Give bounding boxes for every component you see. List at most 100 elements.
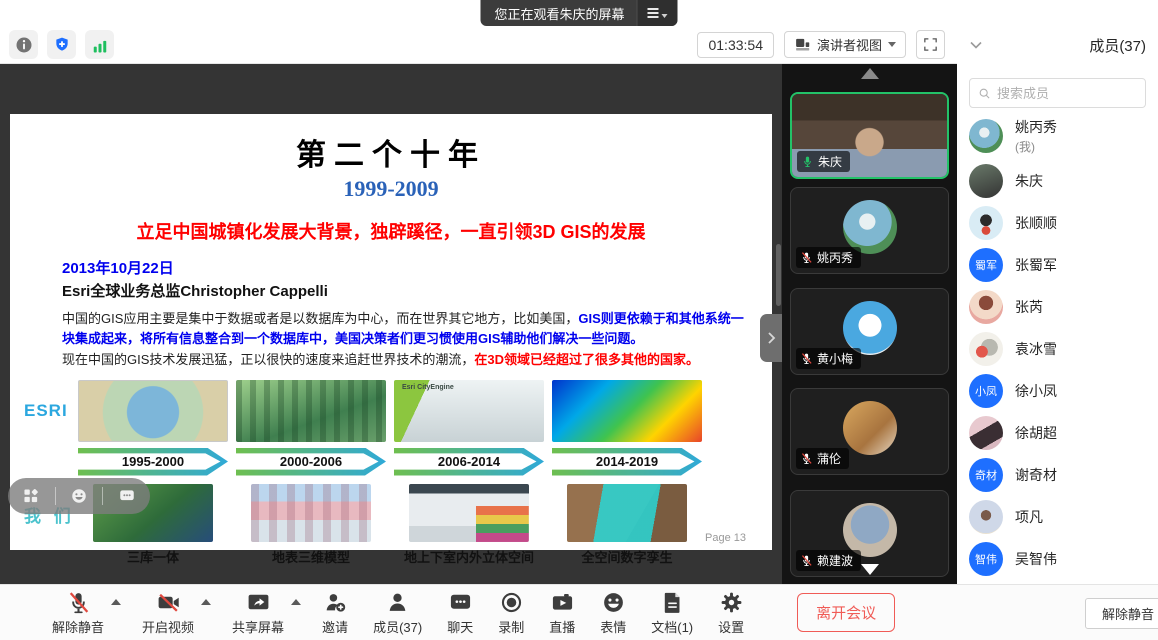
share-options-caret[interactable]	[291, 599, 301, 605]
screen-watch-pill: 您正在观看朱庆的屏幕	[480, 0, 677, 26]
member-row[interactable]: 徐胡超	[957, 412, 1158, 454]
avatar	[969, 416, 1003, 450]
member-panel-footer: 解除静音	[957, 584, 1158, 640]
view-mode-dropdown[interactable]: 演讲者视图	[784, 31, 906, 58]
member-row[interactable]: 蜀军 张蜀军	[957, 244, 1158, 286]
invite-person-icon	[323, 590, 348, 615]
member-search-input[interactable]	[997, 86, 1127, 101]
member-row[interactable]: 朱庆	[957, 160, 1158, 202]
chevron-down-icon	[888, 42, 896, 47]
layout-grid-icon[interactable]	[22, 487, 40, 505]
mic-muted-icon	[800, 251, 813, 264]
live-stream-button[interactable]: 直播	[549, 590, 575, 636]
slide-headline: 立足中国城镇化发展大背景，独辟蹊径，一直引领3D GIS的发展	[10, 218, 772, 244]
camera-off-icon	[156, 590, 181, 615]
work-image-3	[409, 484, 529, 542]
floating-share-toolbar	[8, 478, 150, 514]
mute-toggle-button[interactable]: 解除静音	[52, 590, 104, 636]
smiley-icon[interactable]	[70, 487, 88, 505]
settings-button[interactable]: 设置	[718, 590, 744, 636]
timeline-arrow: 2014-2019	[552, 448, 702, 476]
avatar	[843, 401, 897, 455]
divider	[55, 487, 56, 505]
leave-meeting-button[interactable]: 离开会议	[797, 593, 895, 632]
work-image-4	[567, 484, 687, 542]
screen-watch-text: 您正在观看朱庆的屏幕	[480, 4, 636, 23]
member-row[interactable]: 奇材 谢奇材	[957, 454, 1158, 496]
participant-name: 黄小梅	[817, 350, 853, 367]
record-button[interactable]: 录制	[498, 590, 524, 636]
share-screen-icon	[246, 590, 271, 615]
live-tv-icon	[550, 590, 575, 615]
network-quality-button[interactable]	[85, 30, 114, 59]
avatar: 蜀军	[969, 248, 1003, 282]
share-screen-button[interactable]: 共享屏幕	[232, 590, 284, 636]
video-tile-pulun[interactable]: 蒲伦	[790, 388, 949, 475]
meeting-timer: 01:33:54	[697, 32, 774, 58]
participant-name: 朱庆	[818, 153, 842, 170]
speaker-view-icon	[794, 36, 811, 53]
avatar	[969, 206, 1003, 240]
avatar: 奇材	[969, 458, 1003, 492]
reactions-button[interactable]: 表情	[600, 590, 626, 636]
member-row[interactable]: 姚丙秀 (我)	[957, 112, 1158, 160]
member-row[interactable]: 智伟 吴智伟	[957, 538, 1158, 580]
avatar	[843, 301, 897, 355]
mic-options-caret[interactable]	[111, 599, 121, 605]
timeline-image-1	[78, 380, 228, 442]
avatar	[969, 119, 1003, 153]
scroll-up-arrow[interactable]	[861, 68, 879, 79]
video-tile-zhuqing[interactable]: 朱庆	[790, 92, 949, 179]
member-row[interactable]: 张芮	[957, 286, 1158, 328]
meeting-window: 您正在观看朱庆的屏幕 01:33:54	[0, 0, 1158, 640]
timeline-image-3: Esri CityEngine	[394, 380, 544, 442]
member-row[interactable]: 张顺顺	[957, 202, 1158, 244]
fullscreen-button[interactable]	[916, 30, 945, 59]
video-toggle-button[interactable]: 开启视频	[142, 590, 194, 636]
divider	[102, 487, 103, 505]
invite-button[interactable]: 邀请	[322, 590, 348, 636]
member-row[interactable]: 袁冰雪	[957, 328, 1158, 370]
chevron-down-icon	[662, 14, 668, 18]
work-item-2: 地表三维模型	[236, 484, 386, 566]
member-row[interactable]: 小凤 徐小凤	[957, 370, 1158, 412]
member-row[interactable]: 项凡	[957, 496, 1158, 538]
timeline-arrow: 2006-2014	[394, 448, 544, 476]
stage-scrollbar[interactable]	[776, 244, 781, 306]
camera-options-caret[interactable]	[201, 599, 211, 605]
avatar: 智伟	[969, 542, 1003, 576]
slide-date: 2013年10月22日	[62, 257, 772, 278]
info-icon	[14, 35, 34, 55]
scroll-down-arrow[interactable]	[861, 564, 879, 575]
notification-bar: 您正在观看朱庆的屏幕	[0, 0, 1158, 26]
unmute-all-button[interactable]: 解除静音	[1085, 598, 1158, 629]
fullscreen-icon	[922, 36, 939, 53]
timeline-image-4	[552, 380, 702, 442]
collapse-panel-chevron-icon[interactable]	[969, 40, 983, 50]
members-button[interactable]: 成员(37)	[373, 590, 422, 636]
avatar: 小凤	[969, 374, 1003, 408]
timeline-arrow: 1995-2000	[78, 448, 228, 476]
document-icon	[660, 590, 685, 615]
slide-paragraph-2: 现在中国的GIS技术发展迅猛，正以很快的速度来追赶世界技术的潮流，在3D领域已经…	[62, 350, 750, 370]
avatar	[969, 290, 1003, 324]
meeting-info-button[interactable]	[9, 30, 38, 59]
shield-icon	[52, 35, 72, 55]
work-item-3: 地上下室内外立体空间	[394, 484, 544, 566]
chat-button[interactable]: 聊天	[447, 590, 473, 636]
documents-button[interactable]: 文档(1)	[651, 590, 693, 636]
video-tile-yaobingxiu[interactable]: 姚丙秀	[790, 187, 949, 274]
mic-muted-icon	[800, 352, 813, 365]
participant-name: 赖建波	[817, 552, 853, 569]
video-panel-collapse-tab[interactable]	[760, 314, 782, 362]
member-search-box[interactable]	[969, 78, 1146, 108]
slide-speaker: Esri全球业务总监Christopher Cappelli	[62, 280, 772, 301]
participant-name: 蒲伦	[817, 450, 841, 467]
security-button[interactable]	[47, 30, 76, 59]
video-tile-huangxiaomei[interactable]: 黄小梅	[790, 288, 949, 375]
chat-bubble-icon	[448, 590, 473, 615]
screen-watch-menu-button[interactable]	[637, 0, 678, 26]
slide-paragraph-1: 中国的GIS应用主要是集中于数据或者是以数据库为中心，而在世界其它地方，比如美国…	[62, 309, 750, 348]
smiley-icon	[601, 590, 626, 615]
chat-bubble-icon[interactable]	[118, 487, 136, 505]
